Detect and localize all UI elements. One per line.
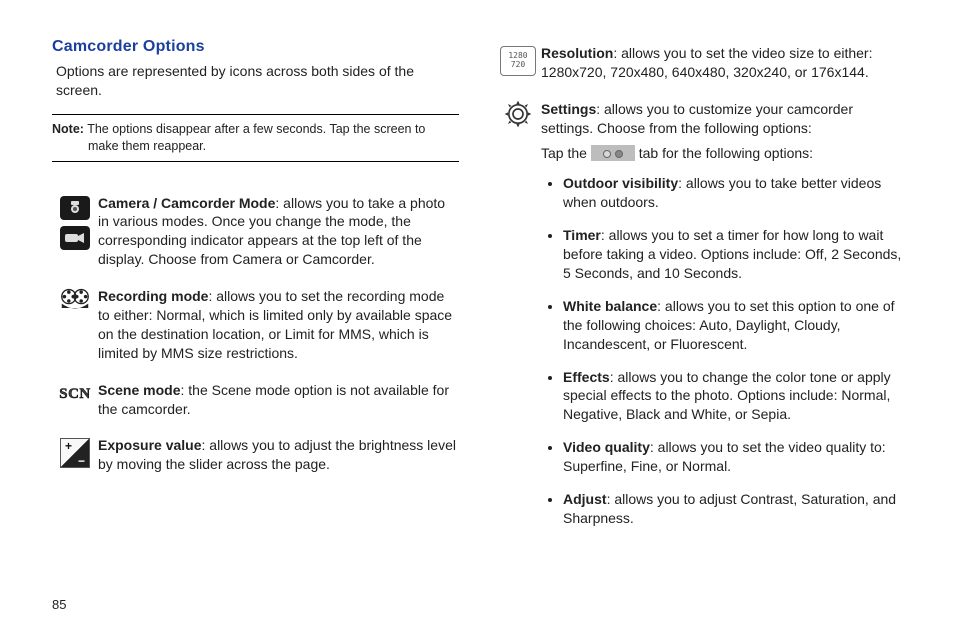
- gear-icon: [503, 102, 533, 126]
- page-number: 85: [52, 597, 66, 612]
- bullet-body: : allows you to set a timer for how long…: [563, 227, 901, 281]
- option-resolution: 1280 720 Resolution: allows you to set t…: [495, 44, 902, 82]
- section-heading: Camcorder Options: [52, 38, 459, 56]
- option-title: Resolution: [541, 45, 613, 61]
- resolution-icon: 1280 720: [500, 46, 536, 76]
- bullet-title: Outdoor visibility: [563, 175, 678, 191]
- note-text: The options disappear after a few second…: [87, 122, 425, 153]
- camera-icon: [60, 196, 90, 220]
- option-title: Exposure value: [98, 437, 202, 453]
- list-item: White balance: allows you to set this op…: [563, 297, 902, 354]
- bullet-title: White balance: [563, 298, 657, 314]
- option-title: Settings: [541, 101, 596, 117]
- page: Camcorder Options Options are represente…: [0, 0, 954, 568]
- tab-swatch-icon: [591, 145, 635, 161]
- note-label: Note:: [52, 122, 84, 136]
- film-reel-icon: [60, 289, 90, 313]
- exposure-icon: [60, 438, 90, 468]
- bullet-title: Video quality: [563, 439, 650, 455]
- bullet-title: Adjust: [563, 491, 607, 507]
- list-item: Effects: allows you to change the color …: [563, 368, 902, 425]
- bullet-title: Effects: [563, 369, 610, 385]
- tap-suffix: tab for the following options:: [639, 145, 813, 161]
- list-item: Outdoor visibility: allows you to take b…: [563, 174, 902, 212]
- bullet-body: : allows you to adjust Contrast, Saturat…: [563, 491, 896, 526]
- settings-bullet-list: Outdoor visibility: allows you to take b…: [541, 174, 902, 527]
- scn-icon: SCN: [60, 383, 90, 407]
- list-item: Timer: allows you to set a timer for how…: [563, 226, 902, 283]
- tap-prefix: Tap the: [541, 145, 587, 161]
- right-column: 1280 720 Resolution: allows you to set t…: [495, 38, 902, 548]
- list-item: Video quality: allows you to set the vid…: [563, 438, 902, 476]
- tap-instruction: Tap the tab for the following options:: [541, 144, 902, 163]
- note-block: Note: The options disappear after a few …: [52, 114, 459, 162]
- option-recording-mode: Recording mode: allows you to set the re…: [52, 287, 459, 363]
- option-title: Scene mode: [98, 382, 180, 398]
- intro-text: Options are represented by icons across …: [56, 62, 459, 100]
- option-scene-mode: SCN Scene mode: the Scene mode option is…: [52, 381, 459, 419]
- camcorder-icon: [60, 226, 90, 250]
- option-camera-mode: Camera / Camcorder Mode: allows you to t…: [52, 194, 459, 270]
- bullet-body: : allows you to change the color tone or…: [563, 369, 891, 423]
- option-title: Recording mode: [98, 288, 208, 304]
- option-exposure-value: Exposure value: allows you to adjust the…: [52, 436, 459, 474]
- option-settings: Settings: allows you to customize your c…: [495, 100, 902, 542]
- list-item: Adjust: allows you to adjust Contrast, S…: [563, 490, 902, 528]
- bullet-title: Timer: [563, 227, 601, 243]
- left-column: Camcorder Options Options are represente…: [52, 38, 459, 548]
- resolution-icon-line2: 720: [501, 61, 535, 70]
- option-title: Camera / Camcorder Mode: [98, 195, 275, 211]
